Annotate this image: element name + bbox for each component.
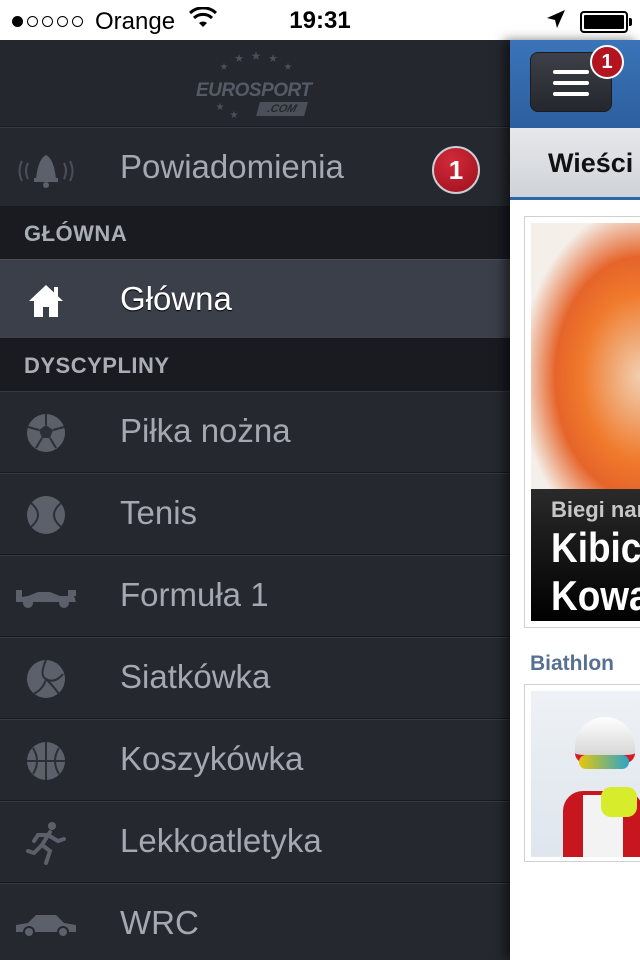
hamburger-icon <box>553 70 589 96</box>
tab-bar: Wieści <box>510 128 640 200</box>
content-panel[interactable]: 1 Wieści Biegi nar Kibic Kowa Biathlon <box>510 40 640 960</box>
bell-icon <box>14 146 78 192</box>
location-arrow-icon <box>546 8 566 36</box>
eurosport-logo: ★ ★ ★ ★ ★ ★ ★ EUROSPORT .COM <box>196 48 316 120</box>
section-header-disciplines: DYSCYPLINY <box>0 339 510 391</box>
tennis-ball-icon <box>14 492 78 538</box>
svg-text:★: ★ <box>216 102 225 113</box>
side-menu: ★ ★ ★ ★ ★ ★ ★ EUROSPORT .COM Powiadomien… <box>0 40 510 960</box>
top-bar: 1 <box>510 40 640 128</box>
logo-word: EUROSPORT <box>196 80 312 101</box>
svg-text:★: ★ <box>268 53 278 65</box>
menu-item-label: Koszykówka <box>120 740 304 777</box>
menu-item-label: Tenis <box>120 494 198 531</box>
f1-car-icon <box>14 574 78 620</box>
logo-domain: .COM <box>256 102 308 116</box>
hero-article[interactable]: Biegi nar Kibic Kowa <box>524 216 640 628</box>
home-icon <box>14 278 78 324</box>
status-bar: Orange 19:31 <box>0 0 640 40</box>
section-header-main: GŁÓWNA <box>0 207 510 259</box>
svg-text:★: ★ <box>251 49 262 63</box>
volleyball-icon <box>14 656 78 702</box>
rally-car-icon <box>14 902 78 948</box>
notifications-label: Powiadomienia <box>120 148 344 185</box>
logo-area: ★ ★ ★ ★ ★ ★ ★ EUROSPORT .COM <box>0 40 510 127</box>
svg-text:★: ★ <box>284 62 293 73</box>
hero-image <box>531 223 640 503</box>
menu-item-label: Formuła 1 <box>120 576 269 613</box>
svg-text:★: ★ <box>230 110 239 118</box>
hero-title-line: Kibic <box>551 524 640 571</box>
notifications-item[interactable]: Powiadomienia 1 <box>0 127 510 207</box>
hero-caption: Biegi nar Kibic Kowa <box>531 489 640 621</box>
svg-text:★: ★ <box>234 53 244 65</box>
menu-item-formula1[interactable]: Formuła 1 <box>0 555 510 637</box>
menu-item-volleyball[interactable]: Siatkówka <box>0 637 510 719</box>
menu-item-label: Główna <box>120 280 232 317</box>
menu-badge: 1 <box>590 45 624 79</box>
tab-news[interactable]: Wieści <box>548 148 633 179</box>
article-thumbnail[interactable] <box>524 684 640 862</box>
menu-item-label: Siatkówka <box>120 658 271 695</box>
menu-item-football[interactable]: Piłka nożna <box>0 391 510 473</box>
battery-icon <box>580 11 632 33</box>
menu-item-label: WRC <box>120 904 199 941</box>
menu-item-label: Piłka nożna <box>120 412 291 449</box>
menu-item-basketball[interactable]: Koszykówka <box>0 719 510 801</box>
clock: 19:31 <box>289 7 351 34</box>
hero-title-line: Kowa <box>551 572 640 619</box>
football-icon <box>14 410 78 456</box>
hero-kicker: Biegi nar <box>551 497 640 522</box>
thumbnail-image <box>531 691 640 857</box>
menu-item-athletics[interactable]: Lekkoatletyka <box>0 801 510 883</box>
menu-item-tennis[interactable]: Tenis <box>0 473 510 555</box>
notification-count-badge: 1 <box>432 146 480 194</box>
menu-item-home[interactable]: Główna <box>0 259 510 339</box>
svg-text:★: ★ <box>220 62 229 73</box>
basketball-icon <box>14 738 78 784</box>
menu-item-label: Lekkoatletyka <box>120 822 322 859</box>
runner-icon <box>14 820 78 866</box>
section-label-biathlon[interactable]: Biathlon <box>530 652 614 676</box>
menu-item-wrc[interactable]: WRC <box>0 883 510 960</box>
